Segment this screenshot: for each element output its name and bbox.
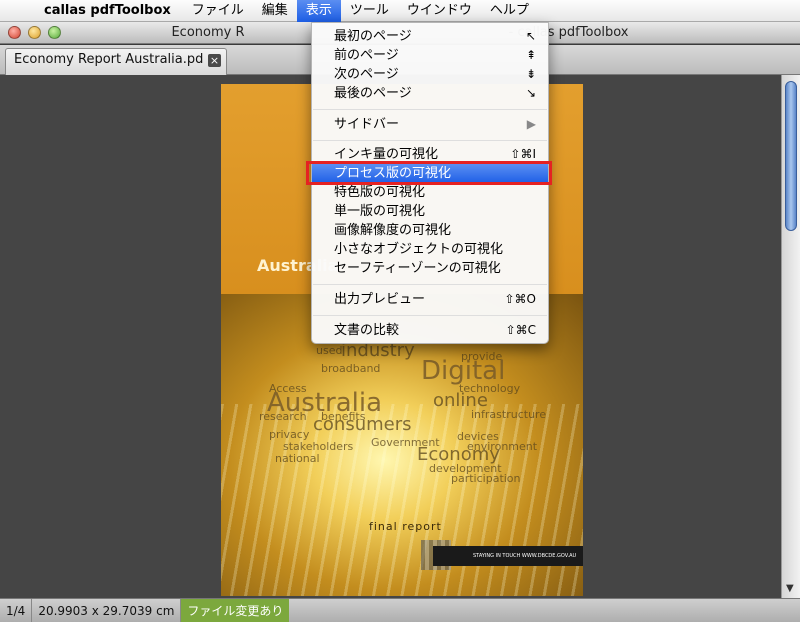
menu-item-next-page[interactable]: 次のページ ⇟ [312, 65, 548, 84]
menu-window[interactable]: ウインドウ [398, 0, 481, 22]
menu-view[interactable]: 表示 [296, 0, 341, 22]
page-down-shortcut-icon: ⇟ [525, 67, 536, 81]
menu-item-label: 最初のページ [334, 29, 412, 44]
menu-item-last-page[interactable]: 最後のページ ↘ [312, 84, 548, 103]
menu-item-output-preview[interactable]: 出力プレビュー ⇧⌘O [312, 290, 548, 309]
menu-item-compare-documents[interactable]: 文書の比較 ⇧⌘C [312, 321, 548, 340]
menu-item-label: 文書の比較 [334, 323, 400, 338]
menu-edit[interactable]: 編集 [253, 0, 297, 22]
menu-item-image-resolution[interactable]: 画像解像度の可視化 [312, 221, 548, 240]
document-tab-label: Economy Report Australia.pd [14, 52, 204, 67]
word-environment: environment [467, 440, 538, 453]
menu-item-small-objects[interactable]: 小さなオブジェクトの可視化 [312, 240, 548, 259]
app-menu[interactable]: callas pdfToolbox [38, 3, 183, 18]
status-bar: 1/4 20.9903 x 29.7039 cm ファイル変更あり [0, 598, 800, 622]
word-used: used [316, 344, 343, 357]
page-indicator: 1/4 [0, 598, 33, 622]
window-controls [8, 26, 61, 39]
word-consumers: consumers [313, 414, 412, 435]
menu-item-label: 画像解像度の可視化 [334, 223, 452, 238]
vertical-scrollbar[interactable]: ▼ [781, 75, 800, 598]
menu-tools[interactable]: ツール [341, 0, 398, 22]
submenu-arrow-icon: ▶ [526, 117, 536, 131]
menu-separator [313, 109, 547, 110]
menu-bar: callas pdfToolbox ファイル 編集 表示 ツール ウインドウ ヘ… [0, 0, 800, 22]
menu-item-label: 特色版の可視化 [334, 185, 426, 200]
menu-item-label: 出力プレビュー [334, 292, 426, 307]
menu-item-label: 最後のページ [334, 86, 412, 101]
scrollbar-thumb[interactable] [785, 81, 797, 231]
menu-item-safety-zone[interactable]: セーフティーゾーンの可視化 [312, 259, 548, 278]
menu-item-label: 単一版の可視化 [334, 204, 426, 219]
file-modified-badge: ファイル変更あり [181, 598, 290, 622]
menu-item-label: インキ量の可視化 [334, 147, 439, 162]
page-up-shortcut-icon: ⇞ [525, 48, 536, 62]
menu-item-first-page[interactable]: 最初のページ ↖ [312, 27, 548, 46]
zoom-window-button[interactable] [48, 26, 61, 39]
close-tab-icon[interactable]: × [208, 54, 221, 67]
menu-help[interactable]: ヘルプ [481, 0, 538, 22]
minimize-window-button[interactable] [28, 26, 41, 39]
last-page-shortcut-icon: ↘ [525, 86, 536, 100]
word-national: national [275, 452, 320, 465]
menu-item-label: 次のページ [334, 67, 399, 82]
highlight-annotation [306, 161, 552, 185]
menu-item-previous-page[interactable]: 前のページ ⇞ [312, 46, 548, 65]
menu-item-label: 前のページ [334, 48, 399, 63]
menu-item-label: 小さなオブジェクトの可視化 [334, 242, 504, 257]
document-tab[interactable]: Economy Report Australia.pd × [5, 48, 227, 75]
scroll-down-arrow-icon[interactable]: ▼ [786, 583, 794, 594]
menu-item-single-plate[interactable]: 単一版の可視化 [312, 202, 548, 221]
word-research: research [259, 410, 307, 423]
menu-file[interactable]: ファイル [183, 0, 253, 22]
menu-item-label: セーフティーゾーンの可視化 [334, 261, 501, 276]
menu-separator [313, 315, 547, 316]
first-page-shortcut-icon: ↖ [525, 29, 536, 43]
menu-separator [313, 284, 547, 285]
close-window-button[interactable] [8, 26, 21, 39]
menu-item-label: サイドバー [334, 117, 400, 132]
final-report-text: final report [369, 520, 442, 533]
menu-separator [313, 140, 547, 141]
window-title-left: Economy R [171, 25, 245, 40]
page-footer-strip: STAYING IN TOUCH WWW.DBCDE.GOV.AU [433, 546, 583, 566]
page-size: 20.9903 x 29.7039 cm [32, 598, 182, 622]
word-participation: participation [451, 472, 521, 485]
word-infrastructure: infrastructure [471, 408, 547, 421]
menu-shortcut: ⇧⌘C [505, 323, 536, 337]
menu-item-sidebar[interactable]: サイドバー ▶ [312, 115, 548, 134]
word-broadband: broadband [321, 362, 381, 375]
menu-shortcut: ⇧⌘O [504, 292, 537, 306]
menu-item-spot-plates[interactable]: 特色版の可視化 [312, 183, 548, 202]
